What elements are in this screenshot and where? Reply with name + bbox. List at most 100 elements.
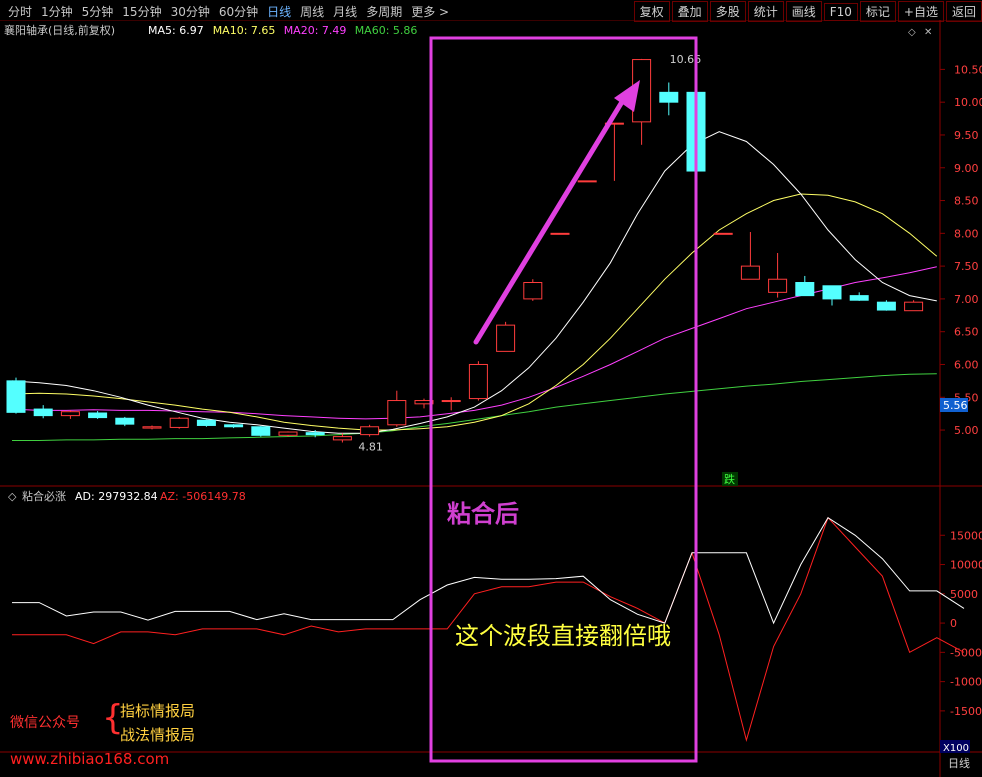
action-button-3[interactable]: 统计	[747, 1, 784, 22]
candle-body	[224, 424, 244, 428]
candle-body	[387, 400, 407, 426]
price-axis-ticks: 10.50 10.00 9.50 9.00 8.50 8.00 7.50 7.00 6.50 6.…	[940, 63, 982, 437]
candle-body	[115, 417, 135, 425]
price-tick-label: 6.50	[954, 326, 979, 339]
candle-body	[360, 426, 380, 436]
indicator-tick-label: 10000	[950, 559, 982, 572]
watermark-line2: 战法情报局	[120, 726, 196, 744]
price-tick-label: 9.00	[954, 162, 979, 175]
indicator-tick-label: -15000	[950, 705, 982, 718]
period-tab-9[interactable]: 多周期	[366, 5, 402, 19]
top-toolbar: 分时 1分钟 5分钟 15分钟 30分钟 60分钟 日线 周线 月线 多周期 更多 > 复权 叠加 多股…	[0, 0, 982, 22]
price-tick-label: 8.50	[954, 195, 979, 208]
action-button-6[interactable]: 标记	[859, 1, 896, 22]
bottom-period-tab[interactable]: 日线	[948, 756, 970, 770]
period-tab-0[interactable]: 分时	[8, 5, 32, 19]
ad-value: AD: 297932.84	[75, 490, 158, 503]
price-tick-label: 7.50	[954, 260, 979, 273]
diamond-icon[interactable]: ◇	[908, 27, 916, 38]
box-caption: 这个波段直接翻倍哦	[455, 622, 671, 650]
candle-body	[904, 301, 924, 312]
toolbar-actions: 复权 叠加 多股 统计 画线 F10 标记 +自选 返回	[632, 1, 982, 22]
candle-body	[849, 295, 869, 301]
action-button-2[interactable]: 多股	[709, 1, 746, 22]
stock-chart[interactable]: 襄阳轴承(日线,前复权) MA5: 6.97 MA10: 7.65 MA20: 7.…	[0, 20, 982, 777]
candle-body	[768, 278, 788, 293]
candle-body	[876, 301, 896, 311]
candle-body	[659, 91, 679, 103]
zoom-badge[interactable]: X100	[943, 743, 969, 754]
candle-body	[822, 285, 842, 300]
indicator-tick-label: 15000	[950, 529, 982, 542]
ma-legend: MA5: 6.97 MA10: 7.65 MA20: 7.49 MA60: 5.86	[148, 24, 417, 37]
price-tick-label: 9.50	[954, 129, 979, 142]
indicator-title-icon: ◇	[8, 490, 17, 503]
die-marker: 跌	[724, 472, 735, 486]
price-tick-label: 6.00	[954, 358, 979, 371]
box-title: 粘合后	[447, 500, 519, 528]
price-tick-label: 5.00	[954, 424, 979, 437]
period-tab-7[interactable]: 周线	[300, 5, 324, 19]
period-tab-5[interactable]: 60分钟	[219, 5, 258, 19]
watermark-url: www.zhibiao168.com	[10, 750, 170, 768]
ma-label-1: MA10: 7.65	[213, 24, 276, 37]
candle-body	[169, 417, 189, 428]
candle-body	[523, 282, 543, 300]
watermark-label: 微信公众号	[10, 715, 80, 731]
current-price-tag: 5.56	[943, 399, 968, 412]
period-tabs: 分时 1分钟 5分钟 15分钟 30分钟 60分钟 日线 周线 月线 多周期 更多 >	[8, 3, 458, 20]
period-tab-3[interactable]: 15分钟	[122, 5, 161, 19]
ma-label-0: MA5: 6.97	[148, 24, 204, 37]
period-tab-6[interactable]: 日线	[267, 5, 291, 19]
indicator-tick-label: 0	[950, 617, 957, 630]
indicator-title: 粘合必涨	[22, 489, 66, 503]
candle-body	[795, 282, 815, 297]
indicator-tick-label: -5000	[950, 646, 982, 659]
candle-body	[305, 432, 325, 436]
highlight-box	[429, 36, 698, 763]
action-button-0[interactable]: 复权	[633, 1, 670, 22]
candle-body	[196, 419, 216, 426]
action-button-4[interactable]: 画线	[785, 1, 822, 22]
period-tab-4[interactable]: 30分钟	[171, 5, 210, 19]
price-tick-label: 7.00	[954, 293, 979, 306]
candle-body	[468, 363, 488, 400]
candle-body	[278, 431, 298, 436]
action-button-1[interactable]: 叠加	[671, 1, 708, 22]
indicator-tick-label: 5000	[950, 588, 978, 601]
price-tick-label: 10.00	[954, 96, 982, 109]
price-tick-label: 8.00	[954, 227, 979, 240]
trend-arrow-shaft	[473, 89, 631, 345]
period-tab-1[interactable]: 1分钟	[41, 5, 73, 19]
action-button-7[interactable]: +自选	[897, 1, 944, 22]
watermark-line1: 指标情报局	[120, 702, 196, 720]
candle-body	[740, 265, 760, 280]
candlesticks	[6, 58, 924, 443]
candle-body	[577, 180, 597, 183]
ma-label-3: MA60: 5.86	[355, 24, 418, 37]
ad-line	[12, 516, 965, 625]
candle-body	[60, 411, 80, 417]
candle-body	[6, 380, 26, 413]
candle-body	[88, 412, 108, 419]
candle-body	[550, 232, 570, 235]
candle-body	[33, 408, 53, 417]
candle-body	[713, 232, 733, 235]
indicator-tick-label: -10000	[950, 676, 982, 689]
indicator-axis-ticks: 15000 10000 5000 0 -5000 -10000 -15000	[940, 529, 982, 718]
low-price-label: 4.81	[358, 441, 383, 454]
candle-body	[496, 324, 516, 352]
ma-label-2: MA20: 7.49	[284, 24, 347, 37]
candle-body	[441, 400, 461, 403]
action-button-5[interactable]: F10	[823, 3, 858, 21]
candle-body	[332, 436, 352, 441]
candle-body	[251, 426, 271, 436]
action-button-8[interactable]: 返回	[945, 1, 982, 22]
price-tick-label: 10.50	[954, 63, 982, 76]
close-icon[interactable]: ✕	[924, 27, 932, 38]
period-tab-2[interactable]: 5分钟	[82, 5, 114, 19]
period-tab-8[interactable]: 月线	[333, 5, 357, 19]
stock-title: 襄阳轴承(日线,前复权)	[4, 23, 115, 37]
period-tab-10[interactable]: 更多 >	[411, 5, 449, 19]
candle-body	[142, 426, 162, 429]
